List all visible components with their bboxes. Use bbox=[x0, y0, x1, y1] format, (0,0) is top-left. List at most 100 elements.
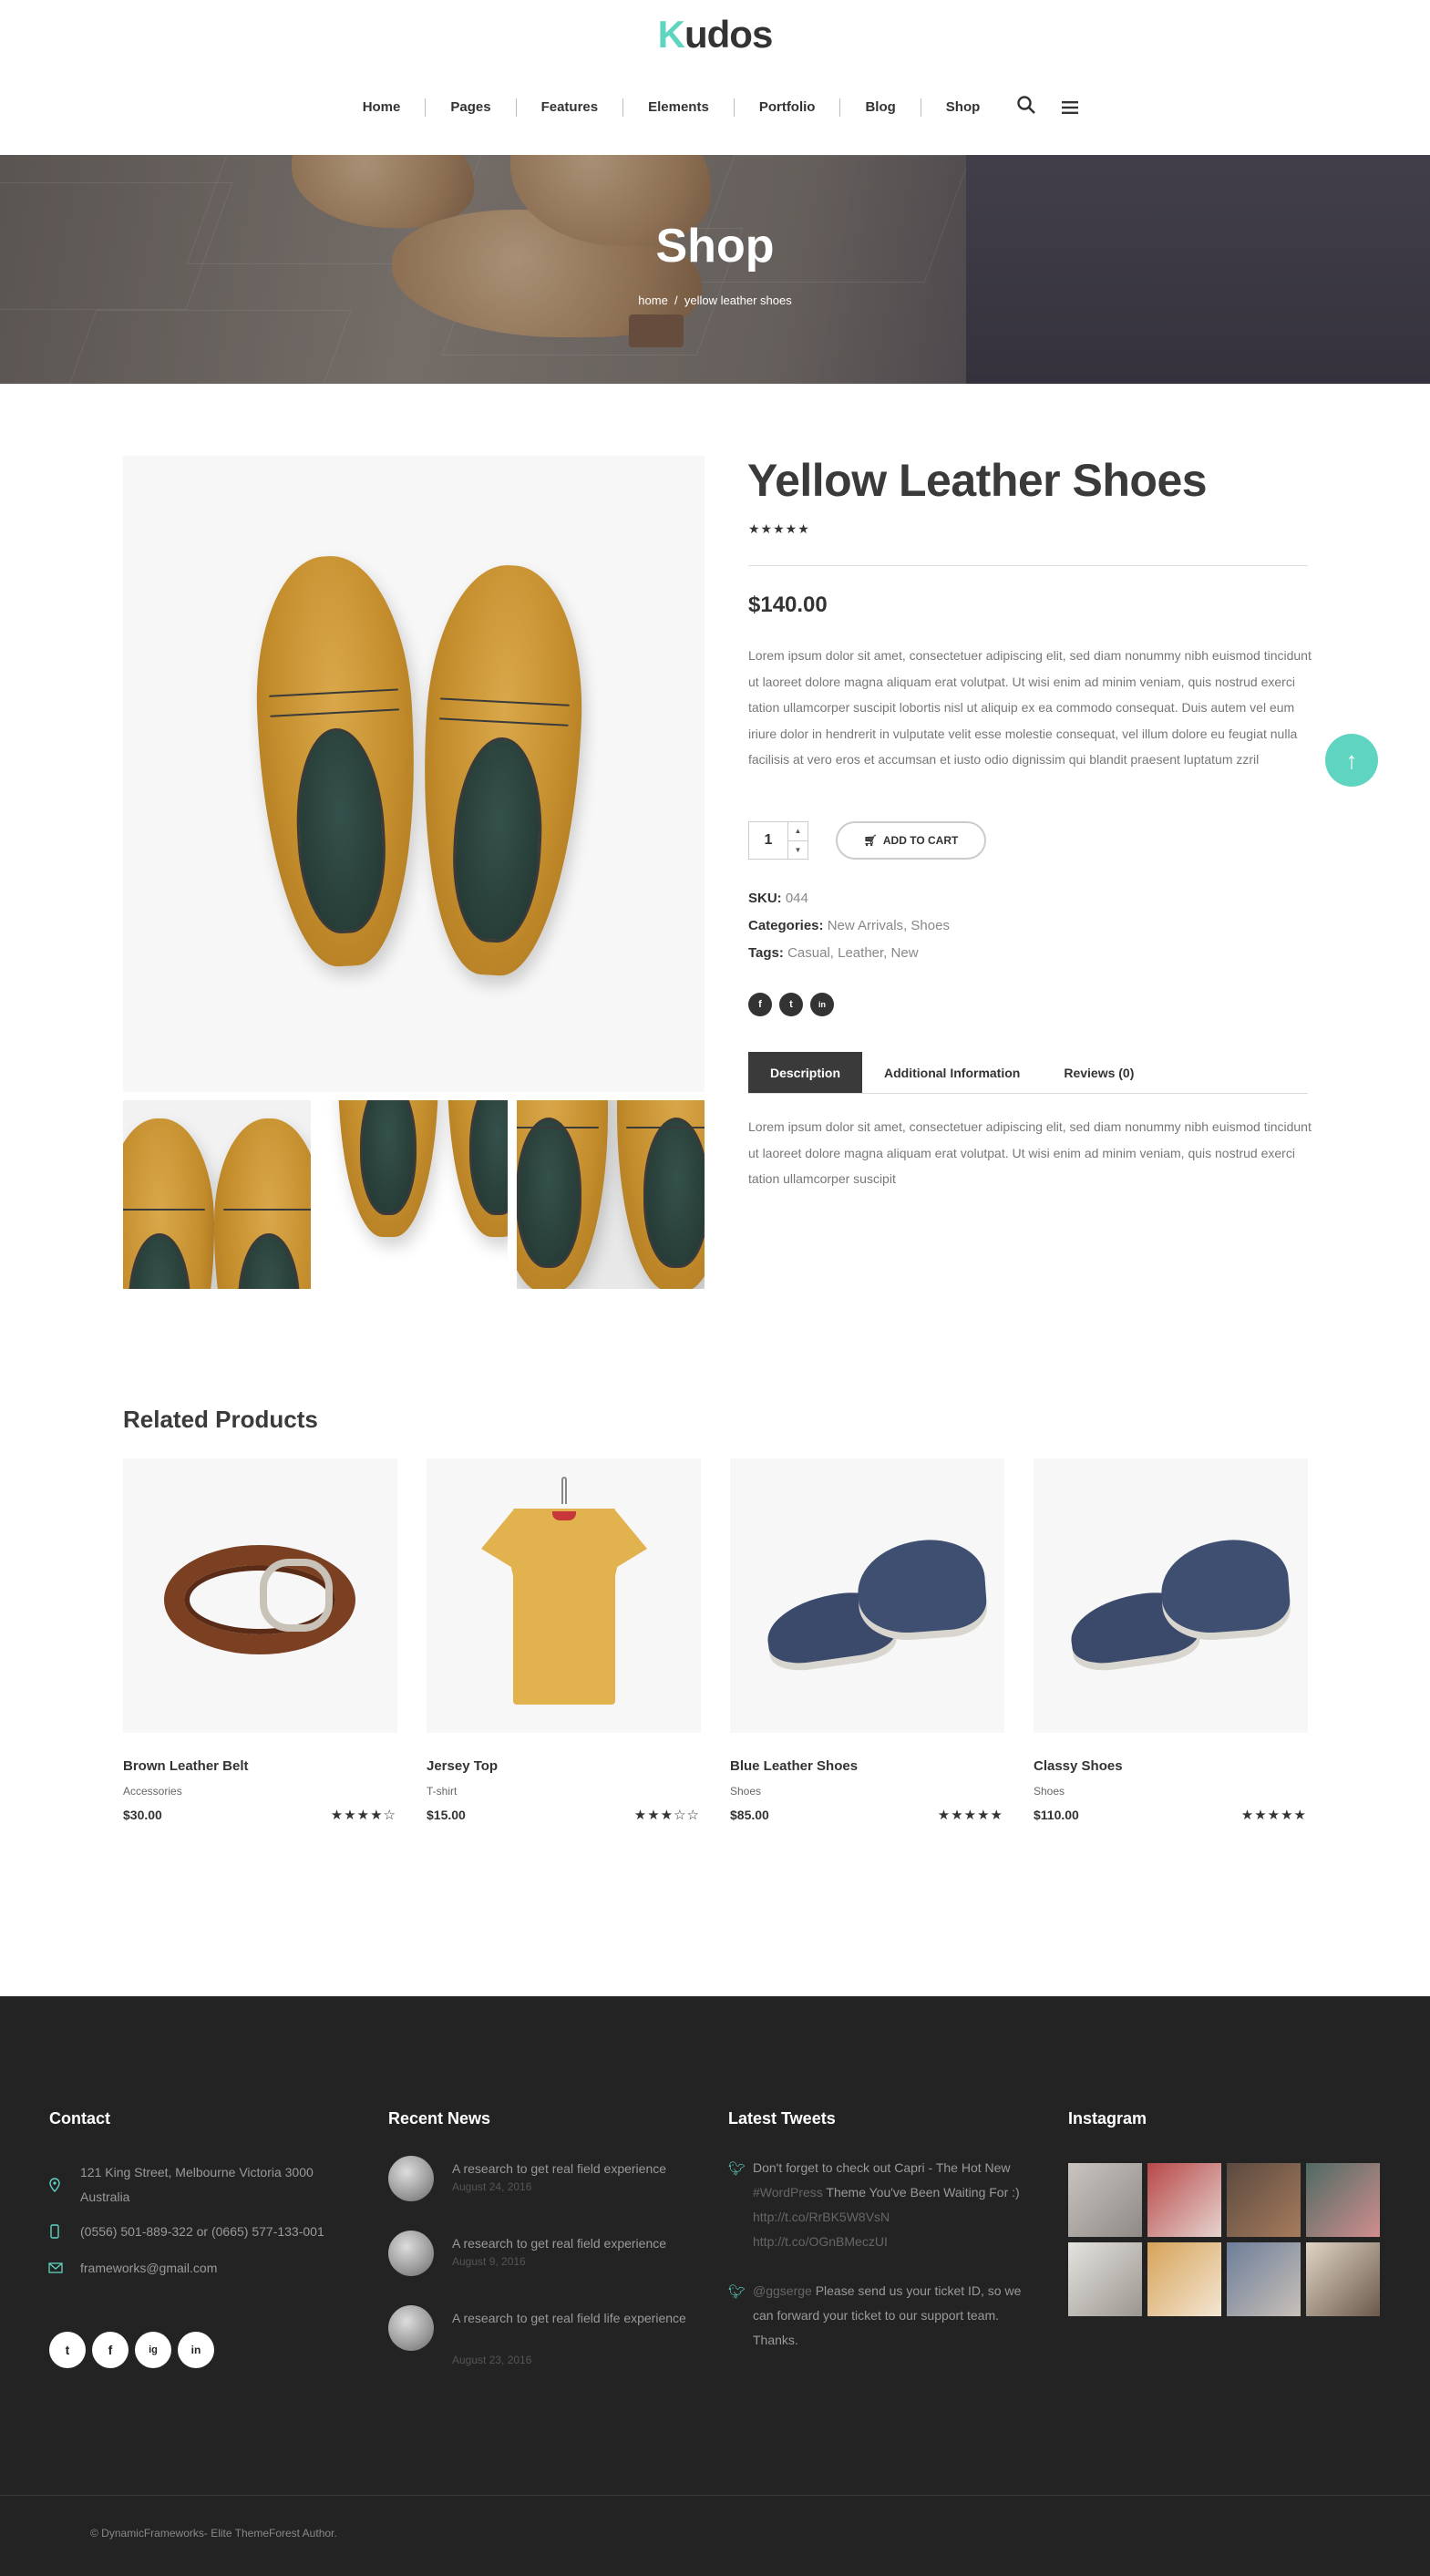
related-product-category: Shoes bbox=[730, 1785, 762, 1798]
back-to-top-button[interactable]: ↑ bbox=[1325, 734, 1378, 787]
product-thumbnail-1[interactable] bbox=[123, 1100, 311, 1289]
logo[interactable]: Kudos bbox=[0, 13, 1430, 57]
sku-value: 044 bbox=[785, 891, 808, 906]
logo-k: K bbox=[657, 13, 685, 56]
related-product-image-classy-shoes[interactable] bbox=[1034, 1458, 1308, 1733]
related-product-stars: ★★★★★ bbox=[937, 1808, 1003, 1823]
tab-additional-information[interactable]: Additional Information bbox=[862, 1052, 1042, 1093]
instagram-photo[interactable] bbox=[1147, 2242, 1221, 2316]
map-pin-icon bbox=[49, 2178, 60, 2196]
product-sku: SKU: 044 bbox=[748, 891, 808, 906]
phone-icon bbox=[50, 2224, 59, 2242]
footer-email[interactable]: frameworks@gmail.com bbox=[80, 2256, 217, 2281]
tweet-user[interactable]: @ggserge bbox=[753, 2283, 812, 2298]
quantity-down-icon[interactable]: ▼ bbox=[788, 841, 808, 860]
arrow-up-icon: ↑ bbox=[1345, 746, 1358, 774]
tweet-body: Theme You've Been Waiting For :) bbox=[822, 2185, 1020, 2200]
related-product-name[interactable]: Classy Shoes bbox=[1034, 1758, 1123, 1774]
quantity-value[interactable]: 1 bbox=[749, 822, 787, 859]
facebook-share-icon[interactable]: f bbox=[748, 993, 772, 1016]
instagram-photo[interactable] bbox=[1227, 2163, 1301, 2237]
footer-phone: (0556) 501-889-322 or (0665) 577-133-001 bbox=[80, 2224, 324, 2239]
footer-tweets-title: Latest Tweets bbox=[728, 2109, 836, 2128]
tag-link[interactable]: Casual bbox=[787, 945, 830, 961]
instagram-photo[interactable] bbox=[1147, 2163, 1221, 2237]
quantity-stepper[interactable]: 1 ▲ ▼ bbox=[748, 821, 808, 860]
nav-features[interactable]: Features bbox=[517, 98, 624, 117]
product-thumbnail-3[interactable] bbox=[517, 1100, 705, 1289]
tab-reviews[interactable]: Reviews (0) bbox=[1042, 1052, 1156, 1093]
footer-contact-title: Contact bbox=[49, 2109, 110, 2128]
instagram-photo[interactable] bbox=[1306, 2163, 1380, 2237]
related-product-image-blue-shoes[interactable] bbox=[730, 1458, 1004, 1733]
nav-home[interactable]: Home bbox=[338, 98, 427, 117]
category-link[interactable]: New Arrivals bbox=[828, 918, 903, 933]
tag-link[interactable]: New bbox=[891, 945, 919, 961]
related-product-price: $85.00 bbox=[730, 1808, 769, 1822]
related-product-image-jersey[interactable] bbox=[427, 1458, 701, 1733]
tab-description-content: Lorem ipsum dolor sit amet, consectetuer… bbox=[748, 1119, 1312, 1186]
tweet-link[interactable]: http://t.co/OGnBMeczUI bbox=[753, 2234, 888, 2249]
twitter-bird-icon: 🐦︎ bbox=[728, 2284, 746, 2300]
product-thumbnail-2[interactable] bbox=[320, 1100, 508, 1289]
instagram-icon[interactable]: ig bbox=[135, 2332, 171, 2368]
related-product-name[interactable]: Blue Leather Shoes bbox=[730, 1758, 858, 1774]
news-title[interactable]: A research to get real field experience bbox=[452, 2231, 698, 2255]
tag-link[interactable]: Leather bbox=[838, 945, 883, 961]
product-title: Yellow Leather Shoes bbox=[747, 455, 1208, 506]
linkedin-icon[interactable]: in bbox=[178, 2332, 214, 2368]
twitter-icon[interactable]: t bbox=[49, 2332, 86, 2368]
related-product-price: $15.00 bbox=[427, 1808, 466, 1822]
nav-blog[interactable]: Blog bbox=[840, 98, 921, 117]
related-product-image-belt[interactable] bbox=[123, 1458, 397, 1733]
linkedin-share-icon[interactable]: in bbox=[810, 993, 834, 1016]
add-to-cart-label: ADD TO CART bbox=[882, 834, 959, 847]
twitter-share-icon[interactable]: t bbox=[779, 993, 803, 1016]
breadcrumb-separator: / bbox=[674, 294, 678, 307]
instagram-photo[interactable] bbox=[1227, 2242, 1301, 2316]
related-product-price: $110.00 bbox=[1034, 1808, 1079, 1822]
nav-shop[interactable]: Shop bbox=[921, 98, 1005, 117]
nav-portfolio[interactable]: Portfolio bbox=[735, 98, 841, 117]
nav-elements[interactable]: Elements bbox=[623, 98, 735, 117]
news-thumbnail[interactable] bbox=[388, 2156, 434, 2201]
product-description: Lorem ipsum dolor sit amet, consectetuer… bbox=[748, 648, 1312, 767]
facebook-icon[interactable]: f bbox=[92, 2332, 129, 2368]
tweet-link[interactable]: http://t.co/RrBK5W8VsN bbox=[753, 2210, 890, 2224]
search-icon[interactable] bbox=[1004, 95, 1048, 120]
tweet-hashtag[interactable]: #WordPress bbox=[753, 2185, 823, 2200]
related-products-title: Related Products bbox=[123, 1406, 318, 1433]
tweet-text: @ggserge Please send us your ticket ID, … bbox=[753, 2279, 1026, 2353]
related-product-category: Accessories bbox=[123, 1785, 182, 1798]
add-to-cart-button[interactable]: 🛒︎ ADD TO CART bbox=[836, 821, 986, 860]
category-link[interactable]: Shoes bbox=[910, 918, 950, 933]
page-title: Shop bbox=[655, 220, 775, 273]
related-product-category: Shoes bbox=[1034, 1785, 1065, 1798]
product-main-image[interactable] bbox=[123, 456, 705, 1092]
quantity-up-icon[interactable]: ▲ bbox=[788, 822, 808, 841]
related-product-stars: ★★★★★ bbox=[1240, 1808, 1307, 1823]
related-product-name[interactable]: Brown Leather Belt bbox=[123, 1758, 249, 1774]
news-title[interactable]: A research to get real field experience bbox=[452, 2157, 698, 2180]
tab-description[interactable]: Description bbox=[748, 1052, 863, 1093]
instagram-photo[interactable] bbox=[1306, 2242, 1380, 2316]
product-tags: Tags: Casual, Leather, New bbox=[748, 945, 919, 961]
hero-banner: Shop home / yellow leather shoes bbox=[0, 155, 1430, 384]
news-thumbnail[interactable] bbox=[388, 2231, 434, 2276]
tags-label: Tags: bbox=[748, 945, 784, 961]
news-title[interactable]: A research to get real field life experi… bbox=[452, 2306, 689, 2330]
related-product-stars: ★★★☆☆ bbox=[633, 1808, 700, 1823]
divider bbox=[748, 565, 1308, 566]
related-product-name[interactable]: Jersey Top bbox=[427, 1758, 498, 1774]
tweet-body: Don't forget to check out Capri - The Ho… bbox=[753, 2160, 1011, 2175]
twitter-bird-icon: 🐦︎ bbox=[728, 2161, 746, 2177]
instagram-photo[interactable] bbox=[1068, 2163, 1142, 2237]
breadcrumb-home[interactable]: home bbox=[638, 294, 668, 307]
nav-pages[interactable]: Pages bbox=[426, 98, 517, 117]
breadcrumb-current: yellow leather shoes bbox=[684, 294, 792, 307]
news-thumbnail[interactable] bbox=[388, 2305, 434, 2351]
related-product-category: T-shirt bbox=[427, 1785, 458, 1798]
menu-icon[interactable] bbox=[1048, 96, 1092, 119]
instagram-photo[interactable] bbox=[1068, 2242, 1142, 2316]
categories-label: Categories: bbox=[748, 918, 824, 933]
